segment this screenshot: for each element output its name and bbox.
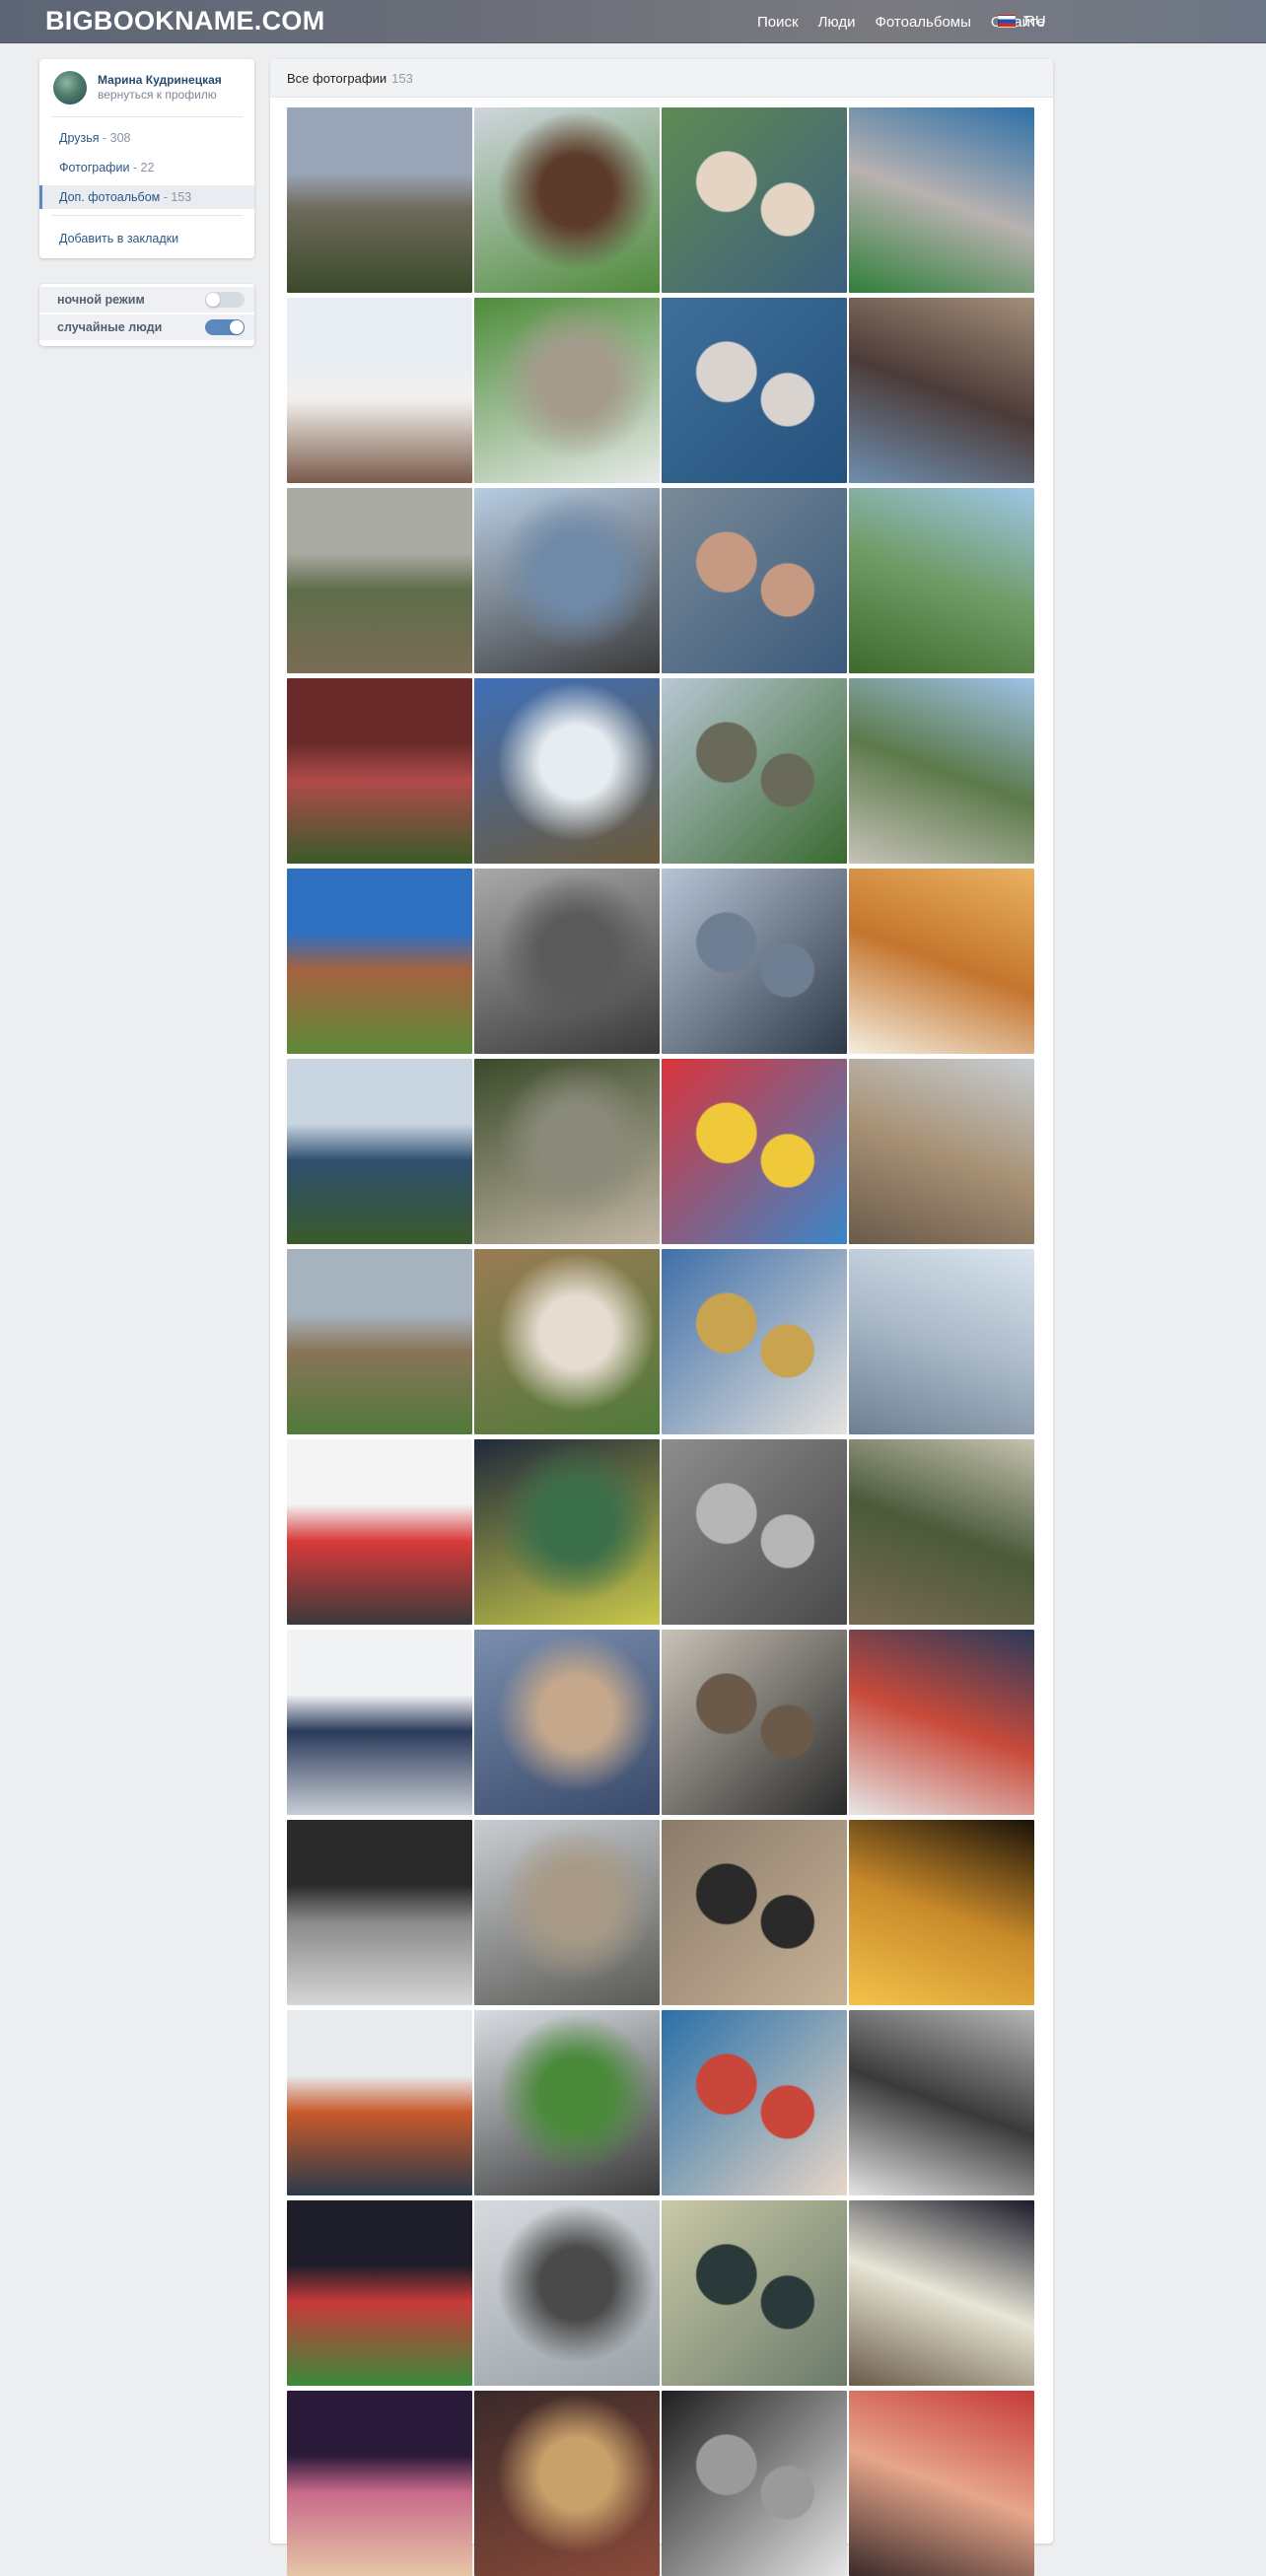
random-people-row: случайные люди [39, 314, 254, 340]
photo-thumbnail-cable-car-hills[interactable] [287, 1059, 472, 1244]
sidebar-item-friends[interactable]: Друзья - 308 [39, 126, 254, 150]
sidebar-item-count: 153 [171, 190, 192, 204]
photo-thumbnail-girls-tea-pot[interactable] [662, 2010, 847, 2195]
nav-search[interactable]: Поиск [757, 14, 799, 31]
photo-thumbnail-woman-scarf-street[interactable] [662, 1820, 847, 2005]
photo-thumbnail-grey-beach[interactable] [474, 869, 660, 1054]
language-switcher[interactable]: RU [998, 13, 1046, 30]
photo-thumbnail-couple-bw[interactable] [662, 2391, 847, 2576]
photo-thumbnail-silhouette-light[interactable] [662, 2200, 847, 2386]
settings-card: ночной режим случайные люди [39, 284, 254, 346]
divider [51, 116, 243, 117]
sidebar-item-label: Доп. фотоальбом [59, 190, 161, 204]
all-photos-label[interactable]: Все фотографии [287, 71, 387, 86]
photo-thumbnail-winter-hat[interactable] [287, 2010, 472, 2195]
site-logo[interactable]: BIGBOOKNAME.COM [45, 6, 325, 36]
photo-thumbnail-memorial-flowers[interactable] [474, 1059, 660, 1244]
language-label: RU [1024, 13, 1046, 30]
photo-thumbnail-boxes-logo[interactable] [287, 1630, 472, 1815]
photo-thumbnail-stone-tower[interactable] [849, 1059, 1034, 1244]
photo-thumbnail-titan-runner[interactable] [849, 1630, 1034, 1815]
photo-thumbnail-friends-walking-bw[interactable] [849, 2010, 1034, 2195]
photo-thumbnail-mountain-path[interactable] [287, 488, 472, 673]
photos-panel-header: Все фотографии 153 [270, 59, 1053, 98]
toggle-knob [206, 293, 220, 307]
photo-thumbnail-document-text[interactable] [849, 1249, 1034, 1434]
divider [51, 215, 243, 216]
photo-thumbnail-wooden-palace-woman[interactable] [474, 107, 660, 293]
photo-thumbnail-lake-green-hills[interactable] [849, 488, 1034, 673]
back-to-profile-link[interactable]: вернуться к профилю [98, 88, 217, 102]
photo-thumbnail-party-group[interactable] [474, 2391, 660, 2576]
photo-thumbnail-night-city[interactable] [287, 2391, 472, 2576]
sidebar-item-extra-album[interactable]: Доп. фотоальбом - 153 [39, 185, 254, 209]
photo-thumbnail-selfie-three-girls[interactable] [662, 107, 847, 293]
photo-thumbnail-graffiti-colorful[interactable] [662, 1059, 847, 1244]
photo-thumbnail-stone-arch-gate[interactable] [287, 1249, 472, 1434]
photo-thumbnail-couple-red[interactable] [849, 2391, 1034, 2576]
photo-thumbnail-snow-tires-run[interactable] [474, 2010, 660, 2195]
photo-thumbnail-foggy-tree[interactable] [662, 1439, 847, 1625]
profile-card: Марина Кудринецкая вернуться к профилю Д… [39, 59, 254, 258]
photo-thumbnail-river-town[interactable] [474, 1630, 660, 1815]
sidebar-item-count: 308 [109, 131, 131, 145]
photo-thumbnail-white-column-building[interactable] [287, 298, 472, 483]
photo-thumbnail-beach-selfie[interactable] [662, 1630, 847, 1815]
photo-thumbnail-market-churchkhela[interactable] [287, 678, 472, 864]
photo-grid [287, 107, 1036, 2576]
nav-photo-albums[interactable]: Фотоальбомы [875, 14, 970, 31]
photo-thumbnail-snowy-mountains[interactable] [474, 678, 660, 864]
photos-count: 153 [391, 71, 413, 86]
photo-thumbnail-mountain-road[interactable] [287, 107, 472, 293]
add-bookmark-link[interactable]: Добавить в закладки [39, 227, 254, 250]
toggle-knob [230, 320, 244, 334]
photo-thumbnail-race-medal-team[interactable] [287, 2200, 472, 2386]
photo-thumbnail-group-black-white[interactable] [287, 1820, 472, 2005]
sidebar-item-label: Друзья [59, 131, 100, 145]
photo-thumbnail-snowy-forest[interactable] [474, 2200, 660, 2386]
photo-thumbnail-tree-trunk-forest[interactable] [474, 298, 660, 483]
night-mode-toggle[interactable] [205, 292, 245, 308]
profile-name[interactable]: Марина Кудринецкая [98, 73, 222, 87]
photo-thumbnail-night-bridge[interactable] [849, 1820, 1034, 2005]
photo-thumbnail-porch-house[interactable] [474, 1249, 660, 1434]
photo-thumbnail-missing-child-poster[interactable] [287, 1439, 472, 1625]
page-title: Все фотографии 153 [287, 71, 413, 86]
photo-thumbnail-departure-board[interactable] [474, 1439, 660, 1625]
photo-thumbnail-couple-hugging[interactable] [662, 488, 847, 673]
photo-thumbnail-khachapuri[interactable] [849, 869, 1034, 1054]
photo-thumbnail-three-girls-palace[interactable] [849, 298, 1034, 483]
night-mode-label: ночной режим [57, 293, 145, 307]
avatar[interactable] [53, 71, 87, 104]
photo-thumbnail-pier-woman[interactable] [662, 869, 847, 1054]
photo-thumbnail-monastery-stone[interactable] [287, 869, 472, 1054]
random-people-toggle[interactable] [205, 319, 245, 335]
photo-thumbnail-golden-wings[interactable] [662, 1249, 847, 1434]
photos-panel: Все фотографии 153 [270, 59, 1053, 2576]
night-mode-row: ночной режим [39, 287, 254, 313]
photo-thumbnail-woman-mountain-top[interactable] [662, 678, 847, 864]
sidebar-item-label: Фотографии [59, 161, 130, 174]
top-header: BIGBOOKNAME.COM Поиск Люди Фотоальбомы О… [0, 0, 1266, 43]
nav-people[interactable]: Люди [818, 14, 856, 31]
random-people-label: случайные люди [57, 320, 163, 334]
photo-thumbnail-girls-sunglasses-grass[interactable] [662, 298, 847, 483]
photo-thumbnail-column-ruins[interactable] [474, 1820, 660, 2005]
sidebar-item-count: 22 [140, 161, 155, 174]
russia-flag-icon [998, 15, 1016, 28]
photo-thumbnail-river-mountains[interactable] [849, 678, 1034, 864]
sidebar-item-photos[interactable]: Фотографии - 22 [39, 156, 254, 179]
photo-thumbnail-night-light-people[interactable] [849, 2200, 1034, 2386]
photo-thumbnail-birch-forest[interactable] [849, 1439, 1034, 1625]
photo-thumbnail-girls-lying-on-grass[interactable] [849, 107, 1034, 293]
photo-thumbnail-woman-by-sea[interactable] [474, 488, 660, 673]
